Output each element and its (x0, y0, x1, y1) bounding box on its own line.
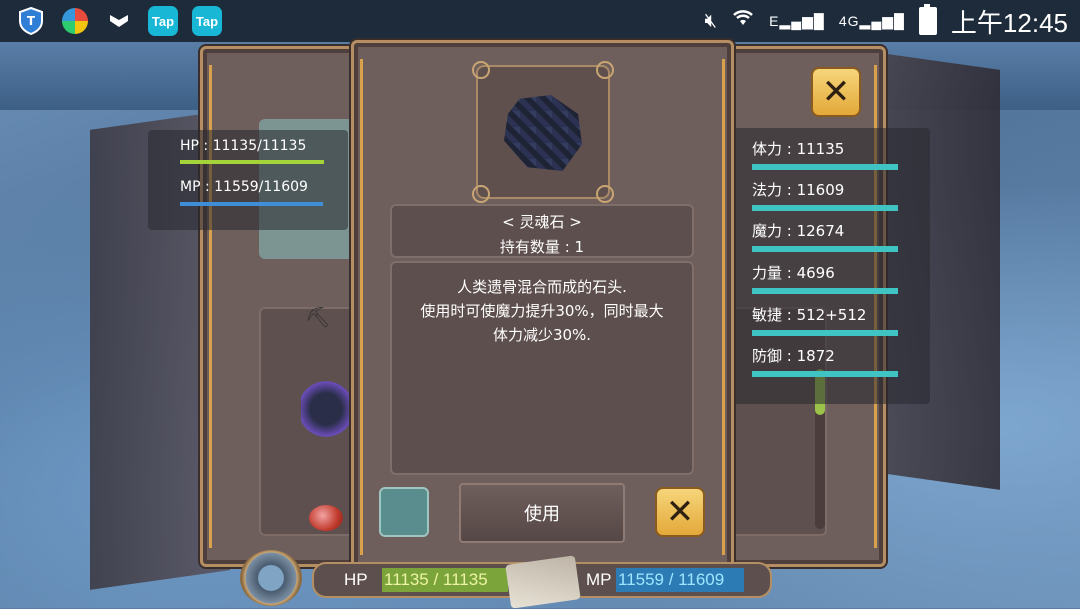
item-description: 人类遗骨混合而成的石头. 使用时可使魔力提升30%，同时最大 体力减少30%. (420, 278, 664, 344)
soul-stone-thumb-icon[interactable] (301, 379, 351, 439)
mark-app-icon (104, 6, 134, 36)
item-description-box: 人类遗骨混合而成的石头. 使用时可使魔力提升30%，同时最大 体力减少30%. (390, 261, 694, 475)
hp-bar (180, 160, 324, 164)
stat-bar-strength (752, 288, 898, 294)
wifi-icon (731, 9, 755, 33)
inventory-close-button[interactable]: ✕ (811, 67, 861, 117)
stat-bar-agility (752, 330, 898, 336)
item-name-box: < 灵魂石 > 持有数量 : 1 (390, 204, 694, 258)
item-image-frame (472, 61, 614, 203)
close-button[interactable]: ✕ (655, 487, 705, 537)
hud-mp-value: 11559 / 11609 (616, 568, 744, 592)
mute-icon: 🔇︎ (704, 9, 718, 32)
hp-text: HP : 11135/11135 (180, 138, 307, 154)
character-hpmp-box: HP : 11135/11135 MP : 11559/11609 (148, 130, 348, 230)
mp-bar (180, 202, 324, 206)
tap-app-icon: Tap (148, 6, 178, 36)
use-button[interactable]: 使用 (459, 483, 625, 543)
android-status-bar: T Tap Tap 🔇︎ E▂▄▆█ 4G▂▄▆█ 上午12:45 (0, 0, 1080, 42)
stat-bar-stamina (752, 164, 898, 170)
stat-magic: 魔力 : 12674 (752, 222, 845, 240)
item-name: < 灵魂石 > (502, 213, 582, 231)
stat-bar-mana (752, 205, 898, 211)
shield-app-icon: T (16, 6, 46, 36)
circle-app-icon (60, 6, 90, 36)
tap-app-icon-2: Tap (192, 6, 222, 36)
hud-mp-label: MP (586, 570, 612, 589)
character-stats-box: 体力 : 11135 法力 : 11609 魔力 : 12674 力量 : 46… (728, 128, 930, 404)
hud-hp-label: HP (344, 570, 368, 589)
settings-gear-icon[interactable] (240, 550, 302, 606)
inventory-list[interactable]: ⛏ (259, 305, 363, 536)
battery-icon (918, 4, 937, 35)
item-detail-popup: < 灵魂石 > 持有数量 : 1 人类遗骨混合而成的石头. 使用时可使魔力提升3… (351, 40, 734, 574)
stat-mana: 法力 : 11609 (752, 181, 845, 199)
popup-border-right (722, 59, 725, 555)
signal-4g-icon: 4G▂▄▆█ (838, 12, 905, 29)
quick-slot[interactable] (379, 487, 429, 537)
meat-icon[interactable] (309, 505, 343, 531)
stat-bar-defense (752, 371, 898, 377)
stat-bar-magic (752, 246, 898, 252)
hud-hp-value: 11135 / 11135 (382, 568, 508, 592)
soul-stone-icon (504, 95, 582, 171)
svg-text:T: T (27, 14, 36, 28)
signal-e-icon: E▂▄▆█ (769, 12, 825, 29)
item-count: 持有数量 : 1 (499, 238, 585, 256)
system-icons: 🔇︎ E▂▄▆█ 4G▂▄▆█ 上午12:45 (705, 0, 1068, 42)
mp-text: MP : 11559/11609 (180, 179, 308, 195)
clock: 上午12:45 (950, 7, 1068, 38)
stat-stamina: 体力 : 11135 (752, 140, 845, 158)
notification-icons: T Tap Tap (0, 6, 222, 36)
pickaxe-icon: ⛏ (305, 305, 331, 329)
popup-border-left (360, 59, 363, 555)
stat-defense: 防御 : 1872 (752, 347, 835, 365)
stat-agility: 敏捷 : 512+512 (752, 306, 867, 324)
stat-strength: 力量 : 4696 (752, 264, 835, 282)
